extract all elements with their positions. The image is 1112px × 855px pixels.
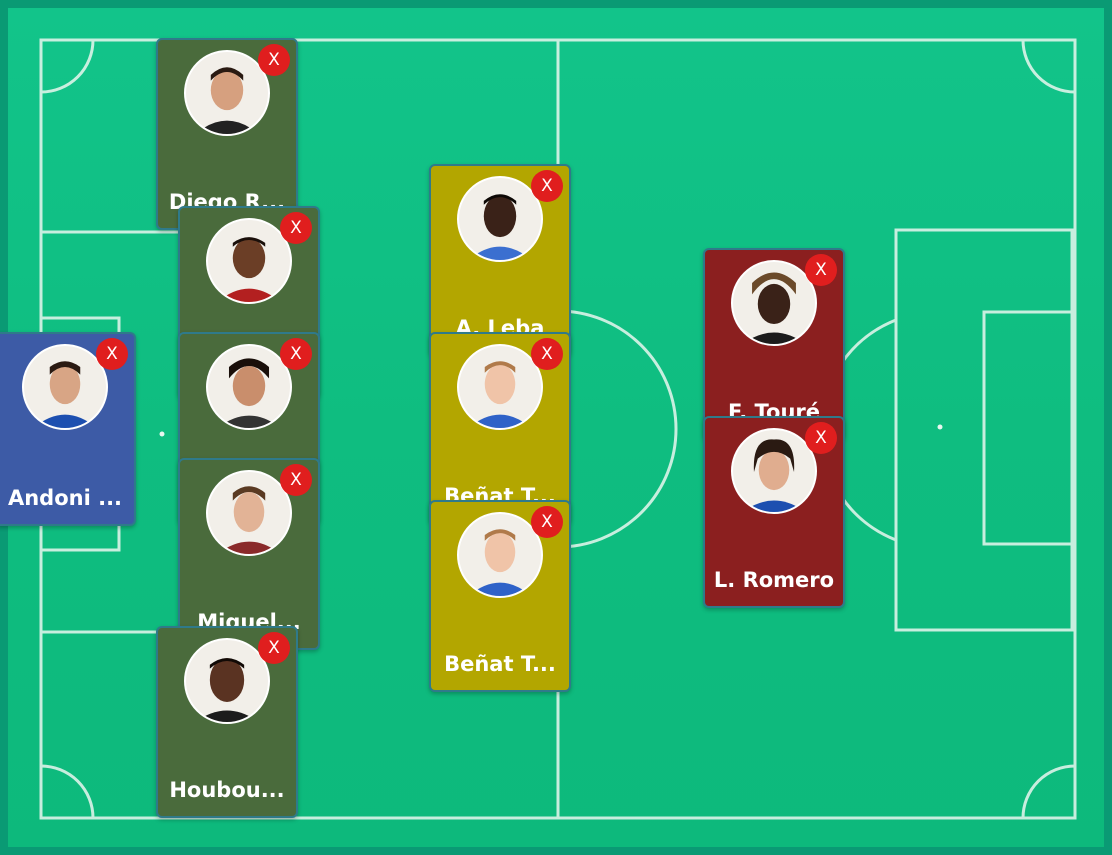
player-face-icon [186, 640, 268, 722]
remove-player-button[interactable]: X [531, 506, 563, 538]
player-card-andoni[interactable]: X Andoni ... [0, 332, 136, 526]
player-face-icon [208, 472, 290, 554]
player-name: Houbou... [169, 778, 285, 802]
player-photo [457, 176, 543, 262]
player-card-benat-2[interactable]: X Beñat T... [429, 500, 571, 692]
player-photo [206, 218, 292, 304]
player-card-houbou[interactable]: X Houbou... [156, 626, 298, 818]
player-photo [184, 50, 270, 136]
remove-player-button[interactable]: X [258, 44, 290, 76]
player-face-icon [733, 430, 815, 512]
player-card-benat-1[interactable]: X Beñat T... [429, 332, 571, 524]
remove-player-button[interactable]: X [96, 338, 128, 370]
player-face-icon [208, 220, 290, 302]
player-photo [206, 344, 292, 430]
player-photo [206, 470, 292, 556]
remove-player-button[interactable]: X [280, 338, 312, 370]
remove-player-button[interactable]: X [531, 170, 563, 202]
player-face-icon [459, 514, 541, 596]
remove-player-button[interactable]: X [280, 212, 312, 244]
player-photo [731, 428, 817, 514]
player-name: Beñat T... [444, 652, 556, 676]
player-photo [22, 344, 108, 430]
remove-player-button[interactable]: X [258, 632, 290, 664]
player-card-romero[interactable]: X L. Romero [703, 416, 845, 608]
remove-player-button[interactable]: X [280, 464, 312, 496]
player-card-diego[interactable]: X Diego R... [156, 38, 298, 230]
player-photo [457, 344, 543, 430]
remove-player-button[interactable]: X [531, 338, 563, 370]
player-card-miguel[interactable]: X Miguel... [178, 458, 320, 650]
player-card-toure[interactable]: X F. Touré [703, 248, 845, 440]
player-face-icon [186, 52, 268, 134]
player-face-icon [459, 346, 541, 428]
player-name: L. Romero [713, 568, 835, 592]
remove-player-button[interactable]: X [805, 422, 837, 454]
player-face-icon [733, 262, 815, 344]
player-photo [184, 638, 270, 724]
player-card-leba[interactable]: X A. Leba [429, 164, 571, 356]
player-face-icon [459, 178, 541, 260]
player-photo [457, 512, 543, 598]
player-face-icon [208, 346, 290, 428]
remove-player-button[interactable]: X [805, 254, 837, 286]
player-name: Andoni ... [7, 486, 123, 510]
player-face-icon [24, 346, 106, 428]
football-pitch: X Diego R... X X X Miguel... X Houbou... [0, 0, 1112, 855]
player-photo [731, 260, 817, 346]
